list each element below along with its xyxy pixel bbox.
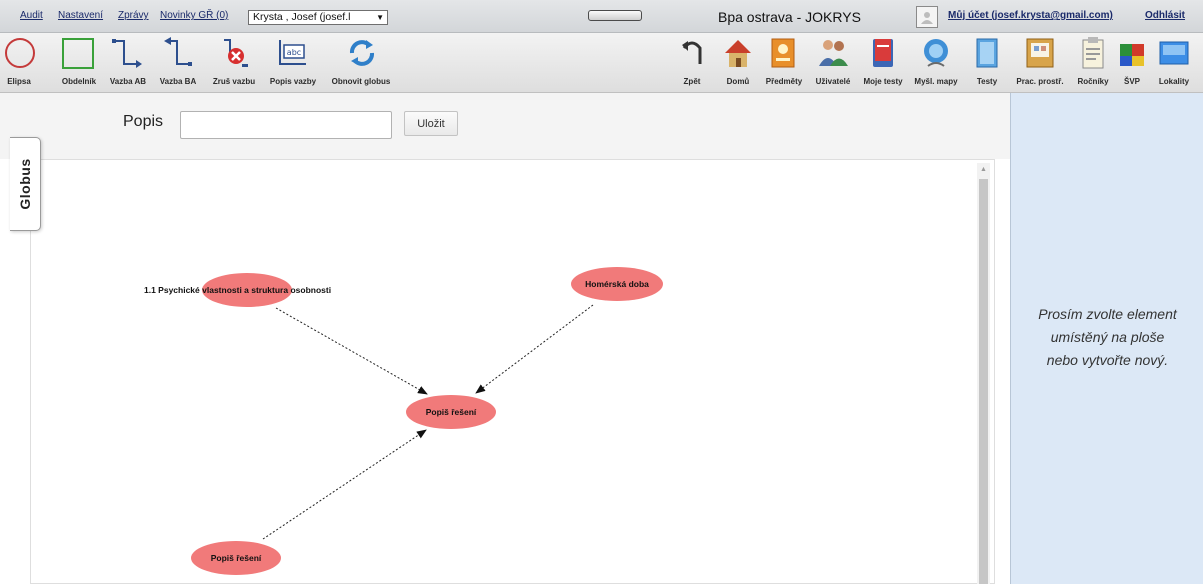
refresh-icon bbox=[349, 40, 375, 66]
nav-svp-label: ŠVP bbox=[1123, 77, 1140, 86]
messages-link[interactable]: Zprávy bbox=[118, 10, 149, 21]
nav-workspace-label: Prac. prostř. bbox=[1016, 77, 1064, 86]
map-connection[interactable] bbox=[275, 307, 428, 395]
map-connection[interactable] bbox=[475, 304, 594, 394]
panel-message-line: Prosím zvolte element bbox=[1038, 306, 1177, 322]
properties-panel: Prosím zvolte element umístěný na ploše … bbox=[1010, 93, 1203, 584]
mind-map-icon bbox=[924, 39, 948, 67]
chevron-down-icon: ▼ bbox=[376, 13, 384, 22]
link-ab-label: Vazba AB bbox=[109, 77, 147, 86]
ellipse-icon bbox=[5, 38, 35, 68]
nav-tests-label: Testy bbox=[976, 77, 998, 86]
locations-icon bbox=[1159, 41, 1189, 65]
remove-link-tool[interactable]: Zruš vazbu bbox=[206, 36, 262, 90]
news-link[interactable]: Novinky GŘ (0) bbox=[160, 10, 228, 21]
nav-tests[interactable]: Testy bbox=[970, 36, 1004, 90]
link-description-label: Popis vazby bbox=[269, 77, 317, 86]
map-node[interactable]: Popiš řešení bbox=[191, 541, 281, 575]
map-node-label: Popiš řešení bbox=[426, 407, 477, 417]
nav-mind-maps-label: Myšl. mapy bbox=[914, 77, 958, 86]
save-button[interactable]: Uložit bbox=[404, 111, 458, 136]
remove-link-icon bbox=[224, 39, 248, 67]
canvas-scrollbar[interactable]: ▲ bbox=[977, 163, 990, 584]
nav-grades[interactable]: Ročníky bbox=[1072, 36, 1114, 90]
scroll-thumb[interactable] bbox=[979, 179, 988, 584]
tests-book-icon bbox=[873, 39, 893, 67]
nav-my-tests[interactable]: Moje testy bbox=[857, 36, 909, 90]
nav-subjects[interactable]: Předměty bbox=[760, 36, 808, 90]
scroll-up-arrow-icon[interactable]: ▲ bbox=[977, 163, 990, 177]
map-node[interactable]: Homérská doba bbox=[571, 267, 663, 301]
connector-ba-icon bbox=[164, 37, 192, 66]
refresh-globe-tool[interactable]: Obnovit globus bbox=[325, 36, 397, 90]
nav-my-tests-label: Moje testy bbox=[863, 77, 903, 86]
link-ab-tool[interactable]: Vazba AB bbox=[104, 36, 152, 90]
top-bar: Audit Nastavení Zprávy Novinky GŘ (0) Kr… bbox=[0, 0, 1203, 33]
panel-message-line: umístěný na ploše bbox=[1050, 329, 1165, 345]
svp-blocks-icon bbox=[1120, 44, 1144, 66]
ellipse-tool-label: Elipsa bbox=[7, 77, 31, 86]
map-node-label: 1.1 Psychické vlastnosti a struktura oso… bbox=[144, 285, 331, 295]
avatar[interactable] bbox=[916, 6, 938, 28]
user-select-value: Krysta , Josef (josef.l bbox=[253, 11, 351, 23]
nav-mind-maps[interactable]: Myšl. mapy bbox=[910, 36, 962, 90]
nav-workspace[interactable]: Prac. prostř. bbox=[1008, 36, 1072, 90]
map-node-label: Homérská doba bbox=[585, 279, 649, 289]
toolbar-collapse-handle[interactable] bbox=[588, 10, 642, 21]
nav-users[interactable]: Uživatelé bbox=[809, 36, 857, 90]
map-node[interactable]: 1.1 Psychické vlastnosti a struktura oso… bbox=[144, 273, 331, 307]
description-input[interactable] bbox=[180, 111, 392, 139]
nav-users-label: Uživatelé bbox=[815, 77, 851, 86]
description-label: Popis bbox=[123, 113, 164, 130]
home-icon bbox=[725, 40, 751, 67]
my-account-link[interactable]: Můj účet (josef.krysta@gmail.com) bbox=[948, 10, 1113, 21]
rectangle-icon bbox=[62, 38, 94, 69]
link-label-icon: abc bbox=[279, 40, 306, 65]
nav-home-label: Domů bbox=[726, 77, 750, 86]
workspace-icon bbox=[1026, 38, 1054, 68]
map-node-label: Popiš řešení bbox=[211, 553, 262, 563]
clipboard-icon bbox=[1082, 37, 1104, 69]
connector-ab-icon bbox=[112, 39, 142, 68]
nav-locations-label: Lokality bbox=[1158, 77, 1190, 86]
back-arrow-icon bbox=[682, 41, 702, 64]
rectangle-tool-label: Obdelník bbox=[61, 77, 97, 86]
globus-tab-label: Globus bbox=[17, 158, 33, 210]
nav-subjects-label: Předměty bbox=[765, 77, 803, 86]
nav-grades-label: Ročníky bbox=[1077, 77, 1109, 86]
link-description-tool[interactable]: abc Popis vazby bbox=[264, 36, 322, 90]
nav-back[interactable]: Zpět bbox=[678, 36, 706, 90]
users-icon bbox=[819, 40, 848, 66]
ellipse-tool[interactable]: Elipsa bbox=[0, 36, 38, 90]
link-ba-label: Vazba BA bbox=[159, 77, 197, 86]
app-title: Bpa ostrava - JOKRYS bbox=[718, 9, 861, 25]
audit-link[interactable]: Audit bbox=[20, 10, 43, 21]
subjects-icon bbox=[771, 38, 795, 68]
panel-message-line: nebo vytvořte nový. bbox=[1046, 352, 1169, 368]
globus-side-tab[interactable]: Globus bbox=[10, 137, 41, 231]
mind-map-canvas[interactable]: 1.1 Psychické vlastnosti a struktura oso… bbox=[30, 159, 995, 584]
toolbar: Elipsa Obdelník Vazba AB Vazba BA Zruš v… bbox=[0, 33, 1203, 93]
user-select[interactable]: Krysta , Josef (josef.l ▼ bbox=[248, 10, 388, 25]
remove-link-label: Zruš vazbu bbox=[212, 77, 256, 86]
nav-back-label: Zpět bbox=[683, 77, 701, 86]
svg-text:abc: abc bbox=[287, 48, 301, 57]
panel-message: Prosím zvolte element umístěný na ploše … bbox=[1011, 303, 1203, 372]
rectangle-tool[interactable]: Obdelník bbox=[57, 36, 101, 90]
nav-svp[interactable]: ŠVP bbox=[1114, 36, 1150, 90]
settings-link[interactable]: Nastavení bbox=[58, 10, 103, 21]
nav-home[interactable]: Domů bbox=[721, 36, 755, 90]
map-connection[interactable] bbox=[262, 429, 427, 540]
nav-locations[interactable]: Lokality bbox=[1150, 36, 1198, 90]
logout-link[interactable]: Odhlásit bbox=[1145, 10, 1185, 21]
map-node[interactable]: Popiš řešení bbox=[406, 395, 496, 429]
link-ba-tool[interactable]: Vazba BA bbox=[153, 36, 203, 90]
tests-icon bbox=[976, 38, 998, 68]
description-bar: Popis Uložit bbox=[0, 93, 1010, 159]
refresh-globe-label: Obnovit globus bbox=[331, 77, 391, 86]
mind-map-svg[interactable]: 1.1 Psychické vlastnosti a struktura oso… bbox=[31, 160, 976, 583]
